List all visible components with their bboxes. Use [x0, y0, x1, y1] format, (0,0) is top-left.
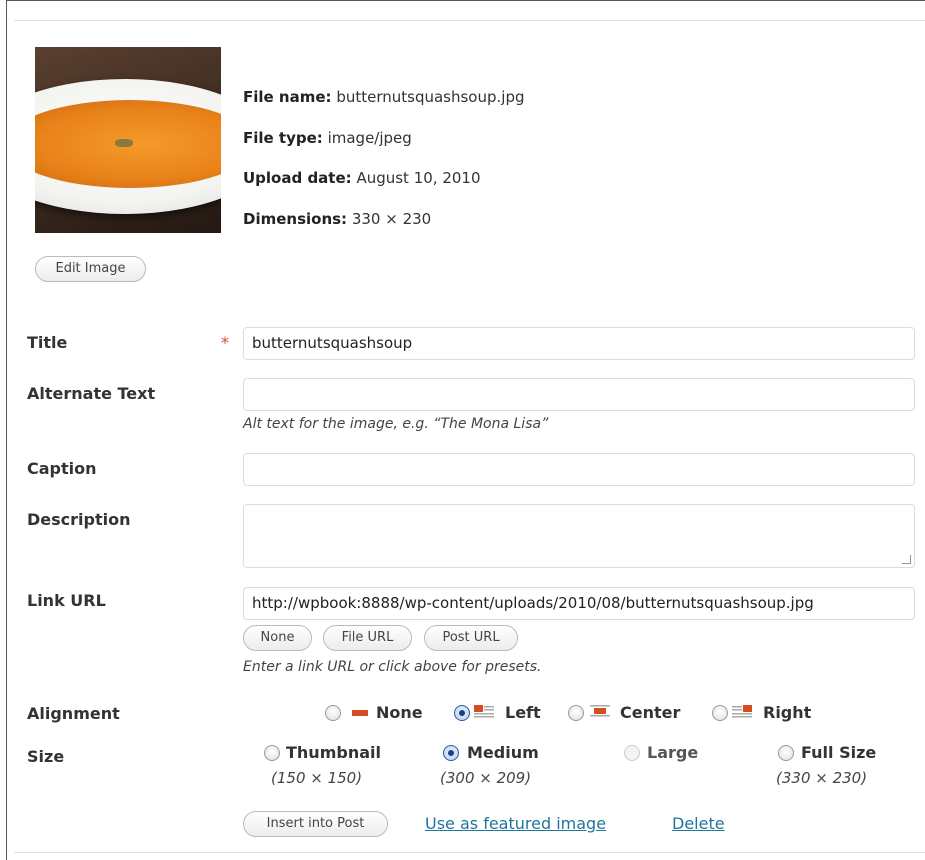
file-type-label: File type: — [243, 129, 323, 147]
upload-date-label: Upload date: — [243, 169, 352, 187]
file-type-row: File type: image/jpeg — [243, 129, 412, 147]
file-name-value: butternutsquashsoup.jpg — [336, 88, 525, 106]
thumbnail-garnish — [115, 139, 133, 147]
size-medium-label[interactable]: Medium — [467, 743, 539, 762]
size-large-label: Large — [647, 743, 699, 762]
file-name-row: File name: butternutsquashsoup.jpg — [243, 88, 525, 106]
link-url-input[interactable]: http://wpbook:8888/wp-content/uploads/20… — [243, 587, 915, 620]
upload-date-value: August 10, 2010 — [356, 169, 481, 187]
align-none-icon — [352, 710, 368, 716]
align-right-label[interactable]: Right — [763, 703, 811, 722]
size-thumbnail-label[interactable]: Thumbnail — [286, 743, 381, 762]
alignment-label: Alignment — [27, 704, 120, 723]
align-none-radio[interactable] — [325, 705, 341, 721]
size-full-label[interactable]: Full Size — [801, 743, 876, 762]
link-url-help: Enter a link URL or click above for pres… — [243, 659, 542, 675]
align-right-radio[interactable] — [712, 705, 728, 721]
image-thumbnail — [35, 47, 221, 233]
link-none-button[interactable]: None — [243, 625, 312, 651]
resize-handle-icon[interactable] — [902, 555, 911, 564]
size-medium-radio[interactable] — [443, 745, 459, 761]
align-none-label[interactable]: None — [376, 703, 423, 722]
caption-label: Caption — [27, 459, 97, 478]
window-border-left — [6, 0, 7, 860]
link-file-url-button[interactable]: File URL — [323, 625, 412, 651]
link-post-url-button[interactable]: Post URL — [424, 625, 518, 651]
insert-into-post-button[interactable]: Insert into Post — [243, 811, 388, 837]
size-label: Size — [27, 747, 65, 766]
size-full-dims: (330 × 230) — [776, 769, 868, 787]
caption-input[interactable] — [243, 453, 915, 486]
panel-bottom-rule — [14, 852, 925, 853]
align-right-icon — [732, 705, 752, 718]
edit-image-button[interactable]: Edit Image — [35, 256, 146, 282]
window-border-top — [6, 0, 925, 1]
size-thumbnail-dims: (150 × 150) — [271, 769, 363, 787]
align-left-radio[interactable] — [454, 705, 470, 721]
description-label: Description — [27, 510, 131, 529]
dimensions-label: Dimensions: — [243, 210, 348, 228]
size-thumbnail-radio[interactable] — [264, 745, 280, 761]
title-label: Title — [27, 333, 68, 352]
size-medium-dims: (300 × 209) — [440, 769, 532, 787]
upload-date-row: Upload date: August 10, 2010 — [243, 169, 481, 187]
alt-text-label: Alternate Text — [27, 384, 156, 403]
align-center-icon — [590, 705, 610, 717]
alt-text-input[interactable] — [243, 378, 915, 411]
align-center-radio[interactable] — [568, 705, 584, 721]
required-marker: * — [221, 333, 229, 352]
size-large-radio — [624, 745, 640, 761]
align-center-label[interactable]: Center — [620, 703, 680, 722]
file-type-value: image/jpeg — [327, 129, 412, 147]
link-url-label: Link URL — [27, 591, 106, 610]
title-input[interactable]: butternutsquashsoup — [243, 327, 915, 360]
delete-link[interactable]: Delete — [672, 814, 725, 833]
dimensions-row: Dimensions: 330 × 230 — [243, 210, 431, 228]
align-left-icon — [474, 705, 494, 718]
description-textarea[interactable] — [243, 504, 915, 568]
alt-text-help: Alt text for the image, e.g. “The Mona L… — [243, 416, 549, 432]
size-full-radio[interactable] — [778, 745, 794, 761]
dimensions-value: 330 × 230 — [351, 210, 432, 228]
align-left-label[interactable]: Left — [505, 703, 541, 722]
panel-top-rule — [14, 20, 925, 21]
use-as-featured-image-link[interactable]: Use as featured image — [425, 814, 606, 833]
file-name-label: File name: — [243, 88, 332, 106]
